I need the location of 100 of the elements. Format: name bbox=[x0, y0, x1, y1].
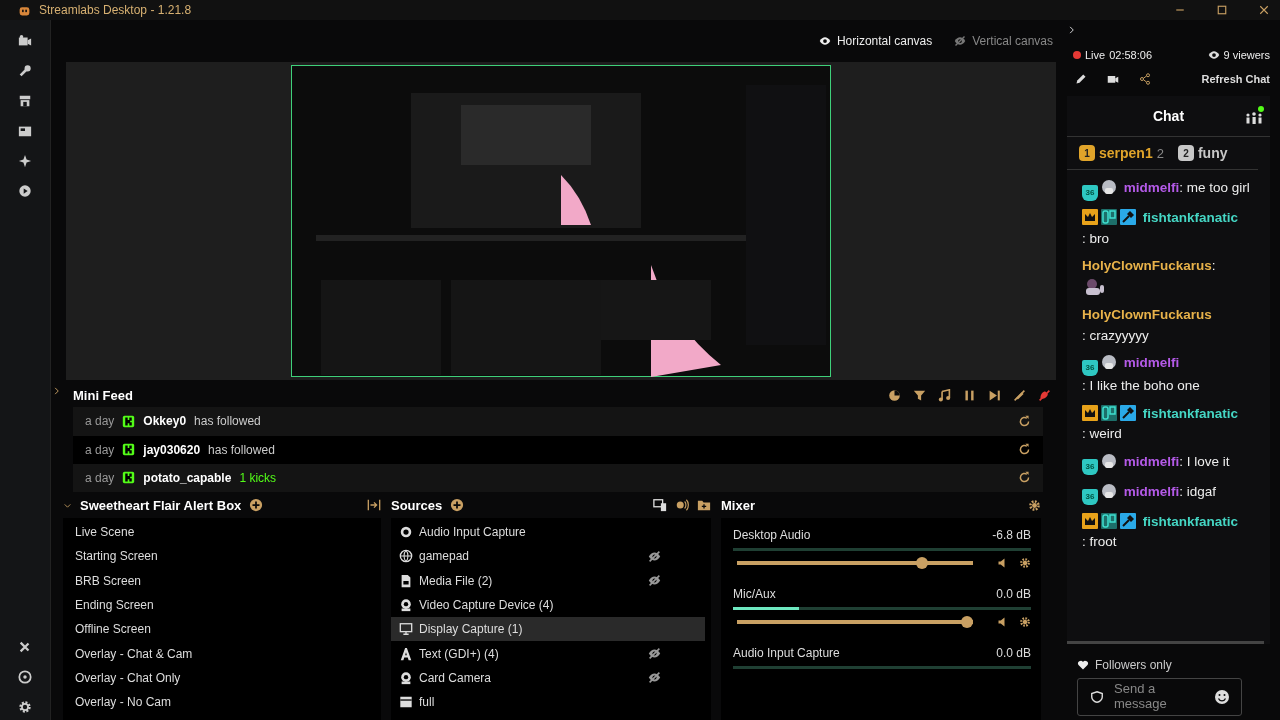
source-item[interactable]: Card Camera bbox=[391, 665, 705, 691]
chat-username[interactable]: fishtankfanatic bbox=[1142, 405, 1239, 421]
source-item[interactable]: gamepad bbox=[391, 544, 705, 569]
music-note-icon[interactable] bbox=[938, 389, 951, 403]
canvas-toggle[interactable]: Horizontal canvas bbox=[816, 32, 935, 50]
dashboard-icon[interactable] bbox=[18, 124, 32, 138]
og-badge-icon bbox=[1101, 404, 1117, 421]
repeat-icon[interactable] bbox=[1018, 471, 1031, 485]
chat-username[interactable]: HolyClownFuckarus bbox=[1082, 307, 1212, 322]
chat-message-text: : I love it bbox=[1179, 452, 1230, 471]
source-item[interactable]: Text (GDI+) (4) bbox=[391, 641, 705, 666]
settings-icon[interactable] bbox=[1019, 557, 1031, 569]
chat-message-text: : idgaf bbox=[1179, 482, 1217, 501]
skip-icon[interactable] bbox=[988, 389, 1001, 403]
chat-input-field[interactable]: Send a message bbox=[1114, 681, 1204, 713]
scene-item[interactable]: Starting Screen bbox=[63, 544, 381, 569]
video-camera-icon[interactable] bbox=[18, 34, 32, 48]
hidden-icon[interactable] bbox=[648, 671, 661, 685]
subscriber-badge: 36 bbox=[1082, 458, 1098, 475]
chat-username[interactable]: HolyClownFuckarus bbox=[1082, 258, 1212, 273]
chat-username[interactable]: fishtankfanatic bbox=[1142, 210, 1239, 225]
hammer-icon bbox=[1120, 209, 1136, 225]
panel-title: Mixer bbox=[721, 497, 755, 513]
source-item[interactable]: Video Capture Device (4) bbox=[391, 592, 705, 618]
add-folder-icon[interactable] bbox=[697, 498, 711, 512]
scene-item[interactable]: Overlay - Chat Only bbox=[63, 665, 381, 691]
repeat-icon[interactable] bbox=[1018, 414, 1031, 428]
shield-icon bbox=[1090, 690, 1104, 704]
feed-time: a day bbox=[85, 470, 115, 485]
slider-thumb[interactable] bbox=[961, 616, 973, 628]
store-icon[interactable] bbox=[18, 94, 32, 108]
pie-chart-icon[interactable] bbox=[888, 389, 901, 403]
expand-icon[interactable] bbox=[52, 386, 62, 396]
source-item[interactable]: Display Capture (1) bbox=[391, 617, 705, 642]
subscriber-badge: 36 bbox=[1082, 360, 1098, 376]
disable-alerts-icon[interactable] bbox=[1038, 389, 1051, 403]
source-item[interactable]: full bbox=[391, 690, 705, 715]
pause-icon[interactable] bbox=[963, 389, 976, 403]
subscriber-badge: 36 bbox=[1082, 185, 1098, 201]
scene-item[interactable]: Overlay - Chat & Cam bbox=[63, 641, 381, 666]
add-icon[interactable] bbox=[249, 498, 264, 512]
og-badge-icon bbox=[1101, 512, 1117, 529]
panel-title: Mini Feed bbox=[73, 388, 134, 404]
source-item[interactable]: Media File (2) bbox=[391, 568, 705, 593]
channel-reading: 0.0 dB bbox=[996, 587, 1031, 601]
feed-username: Okkey0 bbox=[143, 414, 187, 429]
slider-thumb[interactable] bbox=[916, 557, 929, 569]
add-icon[interactable] bbox=[450, 498, 465, 512]
leader-count: 2 bbox=[1156, 145, 1164, 161]
crown-icon bbox=[1082, 404, 1098, 421]
sparkle-icon[interactable] bbox=[18, 154, 32, 168]
maximize-icon[interactable] bbox=[1216, 4, 1228, 16]
feed-action: has followed bbox=[194, 414, 261, 429]
webcam-icon bbox=[399, 598, 413, 613]
chat-input-box[interactable]: Send a message bbox=[1077, 678, 1242, 716]
expand-icon[interactable] bbox=[1067, 25, 1077, 35]
webcam-icon bbox=[399, 670, 413, 685]
repeat-icon[interactable] bbox=[1018, 443, 1031, 457]
scene-item[interactable]: Ending Screen bbox=[63, 592, 381, 618]
hidden-icon[interactable] bbox=[648, 549, 661, 563]
feed-username: potato_capable bbox=[143, 470, 232, 485]
scene-item[interactable]: Overlay - No Cam bbox=[63, 690, 381, 715]
feed-action: has followed bbox=[208, 442, 275, 457]
avatar-icon bbox=[1101, 179, 1117, 195]
video-camera-icon[interactable] bbox=[1107, 73, 1119, 85]
eye-icon bbox=[818, 35, 831, 47]
canvas-toggle[interactable]: Vertical canvas bbox=[952, 32, 1055, 50]
refresh-chat-button[interactable]: Refresh Chat bbox=[1201, 73, 1270, 85]
emoji-icon[interactable] bbox=[1214, 689, 1230, 705]
settings-icon[interactable] bbox=[1019, 616, 1031, 628]
share-icon[interactable] bbox=[1139, 73, 1151, 85]
og-badge-icon bbox=[1101, 209, 1117, 225]
pencil-icon[interactable] bbox=[1075, 73, 1087, 85]
scene-item[interactable]: BRB Screen bbox=[63, 568, 381, 593]
close-icon[interactable] bbox=[1258, 4, 1270, 16]
leader-name: funy bbox=[1197, 145, 1228, 161]
collapse-icon[interactable] bbox=[367, 498, 381, 512]
hammer-icon bbox=[1120, 404, 1136, 421]
chat-username[interactable]: midmelfi bbox=[1123, 355, 1180, 370]
devices-icon[interactable] bbox=[653, 498, 667, 512]
hidden-icon[interactable] bbox=[648, 647, 661, 661]
settings-icon[interactable] bbox=[18, 700, 32, 714]
window-title: Streamlabs Desktop - 1.21.8 bbox=[39, 3, 192, 17]
hidden-icon[interactable] bbox=[648, 574, 661, 588]
eye-icon bbox=[1207, 49, 1220, 61]
scene-item[interactable]: Offline Screen bbox=[63, 617, 381, 642]
live-label: Live bbox=[1085, 49, 1106, 61]
users-icon[interactable] bbox=[1244, 106, 1264, 126]
play-icon[interactable] bbox=[18, 184, 32, 198]
globe-icon bbox=[399, 549, 413, 564]
settings-icon[interactable] bbox=[1028, 498, 1041, 512]
feed-time: a day bbox=[85, 414, 115, 429]
chat-username[interactable]: fishtankfanatic bbox=[1142, 513, 1239, 529]
feed-username: jay030620 bbox=[143, 442, 201, 457]
panel-title: Sweetheart Flair Alert Box bbox=[80, 497, 242, 513]
filter-icon[interactable] bbox=[913, 389, 926, 403]
font-icon bbox=[399, 646, 413, 661]
source-item[interactable]: Audio Input Capture bbox=[391, 520, 705, 545]
audio-wave-icon[interactable] bbox=[675, 498, 689, 512]
scene-item[interactable]: Live Scene bbox=[63, 520, 381, 545]
